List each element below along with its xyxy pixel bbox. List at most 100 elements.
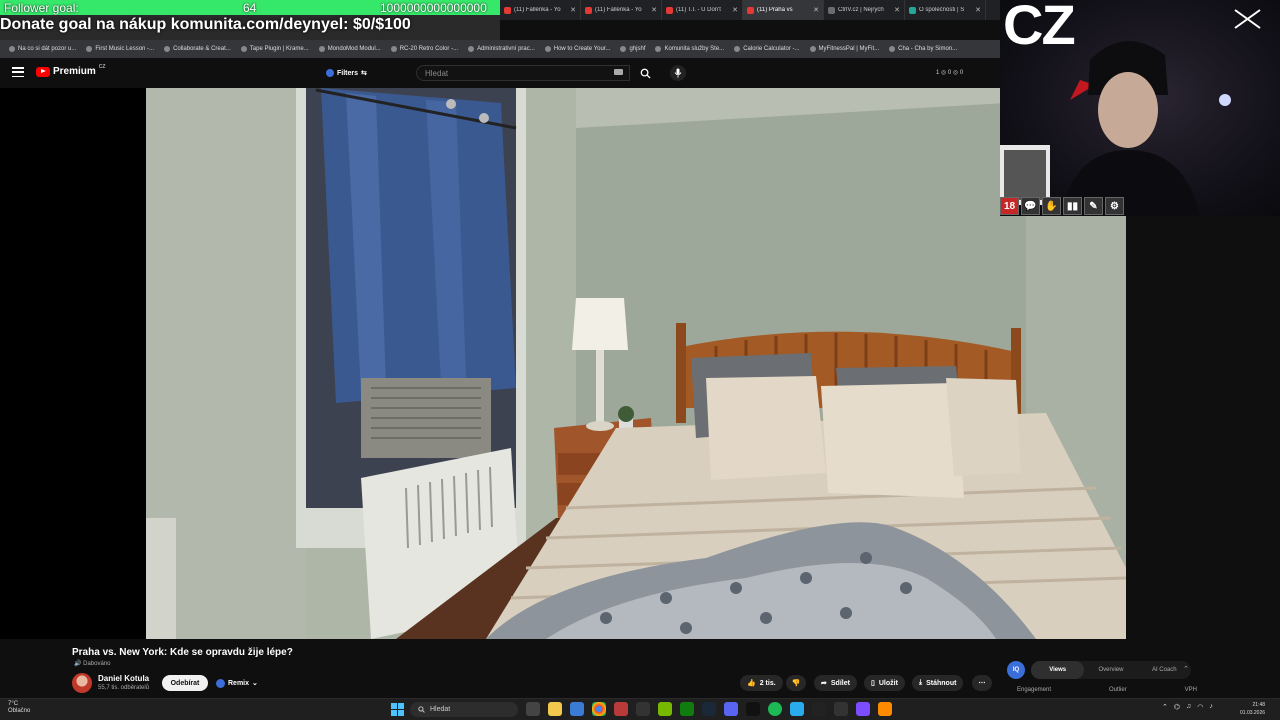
voice-search-button[interactable]	[670, 65, 686, 81]
taskbar-search-label: Hledat	[430, 706, 451, 713]
overlay-badge: ✋	[1042, 197, 1061, 215]
browser-tab-label: (11) Fallenka - Yo	[514, 7, 561, 13]
more-actions-button[interactable]: ⋯	[972, 675, 992, 691]
photos-icon[interactable]	[570, 702, 584, 716]
bookmark-item[interactable]: Calorie Calculator -...	[729, 46, 804, 52]
browser-tab[interactable]: O společnosti | S ✕	[905, 0, 986, 20]
search-button[interactable]	[632, 65, 658, 81]
weather-widget[interactable]: 7°C Oblačno	[8, 701, 30, 715]
windows-start-icon[interactable]	[391, 703, 404, 716]
follower-goal-current: 64	[243, 0, 257, 15]
bookmark-label: Na co si dát pozor u...	[18, 46, 77, 52]
chevron-down-icon: ⌄	[252, 680, 258, 687]
network-icon[interactable]: ⌬	[1174, 703, 1180, 711]
youtube-icon	[585, 6, 592, 14]
steam-icon[interactable]	[702, 702, 716, 716]
close-tab-icon[interactable]: ✕	[813, 6, 819, 14]
taskbar-search[interactable]: Hledat	[410, 702, 518, 717]
tray-up-icon[interactable]: ⌃	[1162, 703, 1168, 711]
remix-label: Remix	[228, 679, 250, 687]
bookmark-item[interactable]: Collaborate & Creat...	[159, 46, 236, 52]
browser-tab[interactable]: (11) T.I. - U Don't ✕	[662, 0, 743, 20]
video-player[interactable]	[146, 88, 1126, 639]
file-explorer-icon[interactable]	[548, 702, 562, 716]
bookmark-favicon-icon	[809, 46, 816, 52]
hamburger-menu-icon[interactable]	[12, 67, 24, 77]
brave-icon[interactable]	[878, 702, 892, 716]
close-tab-icon[interactable]: ✕	[651, 6, 657, 14]
browser-tab[interactable]: (11) Fallenka - Yo ✕	[581, 0, 662, 20]
obs-icon[interactable]	[834, 702, 848, 716]
globe-icon	[909, 6, 916, 14]
bookmark-favicon-icon	[889, 46, 896, 52]
discord-icon[interactable]	[724, 702, 738, 716]
capcut-icon[interactable]	[746, 702, 760, 716]
taskbar-clock[interactable]: 21:48 01.03.2026	[1240, 701, 1265, 717]
grid-app-icon[interactable]	[856, 702, 870, 716]
browser-tab[interactable]: (11) Fallenka - Yo ✕	[500, 0, 581, 20]
subscribe-button[interactable]: Odebírat	[162, 675, 208, 691]
wifi-icon[interactable]: ◠	[1197, 703, 1203, 711]
bookmark-item[interactable]: MyFitnessPal | MyFit...	[805, 46, 885, 52]
browser-tab[interactable]: (11) Praha vs ✕	[743, 0, 824, 20]
bookmark-item[interactable]: First Music Lesson -...	[81, 46, 159, 52]
search-input[interactable]: Hledat	[416, 65, 630, 81]
youtube-logo[interactable]: Premium CZ	[36, 64, 105, 77]
app-red-icon[interactable]	[614, 702, 628, 716]
spotify-icon[interactable]	[768, 702, 782, 716]
keyboard-icon[interactable]	[614, 69, 623, 75]
save-button[interactable]: ▯ Uložit	[864, 675, 905, 691]
analytics-tab[interactable]: Overview	[1084, 667, 1137, 673]
close-tab-icon[interactable]: ✕	[732, 6, 738, 14]
like-button[interactable]: 👍 2 tis.	[740, 675, 783, 691]
chrome-icon[interactable]	[592, 702, 606, 716]
mic-tray-icon[interactable]: ♫	[1186, 703, 1191, 711]
sliders-icon: ⇆	[361, 70, 367, 77]
overlay-badge: 18	[1000, 197, 1019, 215]
bookmark-item[interactable]: How to Create Your...	[540, 46, 616, 52]
bookmark-item[interactable]: MondoMod Modul...	[314, 46, 386, 52]
system-tray: ⌃ ⌬ ♫ ◠ ♪	[1162, 703, 1213, 711]
youtube-icon	[666, 6, 673, 14]
bookmark-item[interactable]: Na co si dát pozor u...	[4, 46, 81, 52]
channel-avatar[interactable]	[72, 673, 92, 693]
bookmark-label: MondoMod Modul...	[327, 46, 381, 52]
browser-tab-label: (11) Praha vs	[757, 7, 793, 13]
bookmarks-bar: Na co si dát pozor u... First Music Lesso…	[0, 40, 1000, 58]
channel-name[interactable]: Daniel Kotula	[98, 674, 149, 683]
xbox-icon[interactable]	[680, 702, 694, 716]
bookmark-item[interactable]: Tape Plugin | Krame...	[236, 46, 314, 52]
task-view-icon[interactable]	[526, 702, 540, 716]
analytics-logo-icon[interactable]: IQ	[1007, 661, 1025, 679]
close-tab-icon[interactable]: ✕	[894, 6, 900, 14]
bookmark-favicon-icon	[86, 46, 93, 52]
bookmark-favicon-icon	[164, 46, 171, 52]
volume-icon[interactable]: ♪	[1209, 703, 1213, 711]
download-button[interactable]: ⤓ Stáhnout	[912, 675, 964, 691]
subscriber-count: 55,7 tis. odběratelů	[98, 685, 150, 691]
filters-button[interactable]: Filters ⇆	[326, 66, 367, 80]
dislike-button[interactable]: 👎	[786, 675, 806, 691]
chevron-up-icon[interactable]: ⌃	[1183, 665, 1189, 673]
bookmark-item[interactable]: Cha - Cha by Simon...	[884, 46, 962, 52]
notion-icon[interactable]	[812, 702, 826, 716]
bookmark-favicon-icon	[620, 46, 627, 52]
clock-time: 21:48	[1252, 702, 1266, 708]
bookmark-favicon-icon	[655, 46, 662, 52]
bookmark-item[interactable]: Administrativní prac...	[463, 46, 540, 52]
browser-tab[interactable]: CtrlV.cz | Nejrych ✕	[824, 0, 905, 20]
overlay-badge: ✎	[1084, 197, 1103, 215]
nvidia-icon[interactable]	[658, 702, 672, 716]
share-button[interactable]: ➦ Sdílet	[814, 675, 857, 691]
app-dark-icon[interactable]	[636, 702, 650, 716]
close-tab-icon[interactable]: ✕	[975, 6, 981, 14]
bookmark-item[interactable]: ghjshf	[615, 46, 650, 52]
remix-button[interactable]: Remix ⌄	[212, 675, 266, 691]
bookmark-item[interactable]: Komunita služby Ste...	[650, 46, 729, 52]
close-tab-icon[interactable]: ✕	[570, 6, 576, 14]
telegram-icon[interactable]	[790, 702, 804, 716]
analytics-tab[interactable]: Views	[1031, 661, 1085, 679]
analytics-metric-label: Engagement	[1017, 687, 1052, 693]
bookmark-item[interactable]: RC-20 Retro Color -...	[386, 46, 463, 52]
bookmark-favicon-icon	[318, 46, 325, 52]
